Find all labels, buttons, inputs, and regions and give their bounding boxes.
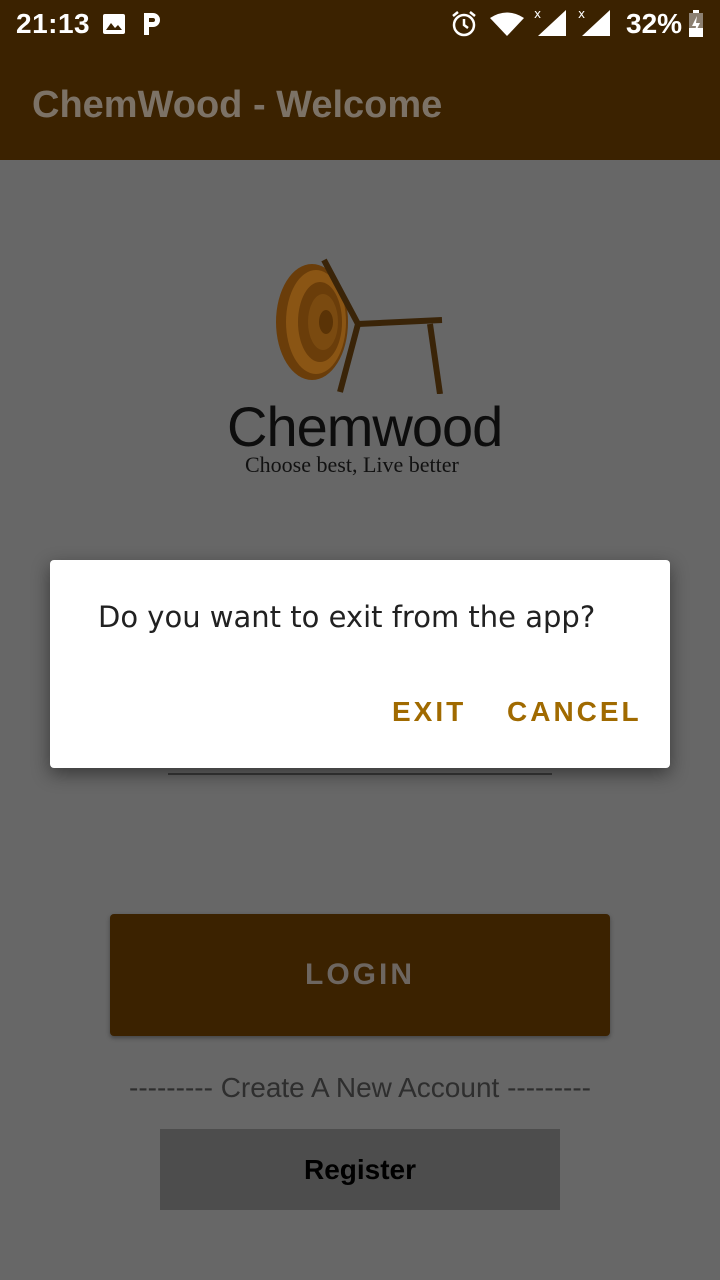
signal-icon: x <box>578 7 612 43</box>
screen: 21:13 x x 32% ChemWood - Welcome Chemwoo… <box>0 0 720 1280</box>
battery-percent: 32% <box>626 8 683 39</box>
parking-app-icon <box>140 11 164 42</box>
alarm-icon <box>450 10 478 43</box>
signal-icon: x <box>534 7 568 43</box>
login-button-label: LOGIN <box>305 958 415 991</box>
status-time: 21:13 <box>16 8 91 39</box>
create-account-divider: --------- Create A New Account --------- <box>129 1072 591 1103</box>
battery-charging-icon <box>688 10 704 43</box>
wifi-icon <box>490 12 524 41</box>
register-button-label: Register <box>303 1153 417 1185</box>
logo-tagline: Choose best, Live better <box>245 452 459 477</box>
login-button[interactable]: LOGIN <box>110 914 610 1036</box>
cancel-button[interactable]: CANCEL <box>507 696 642 728</box>
app-title: ChemWood - Welcome <box>32 84 443 126</box>
svg-text:x: x <box>578 8 585 21</box>
logo-wordmark: Chemwood <box>227 395 503 458</box>
status-bar: 21:13 x x 32% <box>0 0 720 48</box>
svg-text:x: x <box>534 8 541 21</box>
image-icon <box>102 13 126 40</box>
input-underline <box>168 773 552 775</box>
app-bar: ChemWood - Welcome <box>0 48 720 160</box>
register-button[interactable]: Register <box>160 1129 560 1210</box>
wood-chair-logo-icon <box>276 258 443 395</box>
dialog-message: Do you want to exit from the app? <box>98 600 596 634</box>
exit-button[interactable]: EXIT <box>392 696 466 728</box>
exit-dialog: Do you want to exit from the app? EXIT C… <box>50 560 670 768</box>
